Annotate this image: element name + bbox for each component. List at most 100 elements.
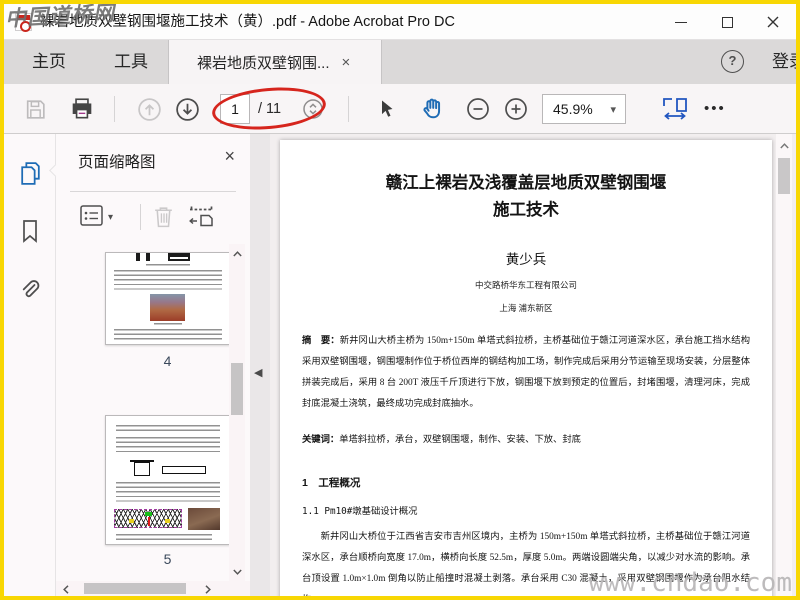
page-number-input[interactable] [220, 94, 250, 124]
thumbnail-scrollbar-vertical[interactable] [229, 244, 245, 582]
paper-title-line1: 赣江上裸岩及浅覆盖层地质双壁钢围堰 [385, 174, 667, 192]
thumb5-text-block [116, 534, 212, 542]
chevron-down-icon: ▾ [108, 212, 114, 223]
paper-affiliation1: 中交路桥华东工程有限公司 [474, 280, 577, 290]
save-button[interactable] [18, 84, 52, 134]
hand-tool-icon [423, 98, 441, 119]
page-count-label: / 11 [258, 101, 282, 117]
thumb4-diagram-fragment [168, 253, 190, 261]
tab-document[interactable]: 裸岩地质双壁钢围... × [168, 40, 382, 84]
truss-green-mark [145, 512, 152, 516]
help-button[interactable]: ? [721, 50, 744, 73]
page-view-options-button[interactable] [298, 84, 328, 134]
scrollbar-thumb[interactable] [231, 363, 243, 415]
thumb4-photo [150, 294, 185, 321]
tab-close-icon[interactable]: × [342, 54, 351, 71]
thumb4-diagram-fragment [136, 253, 140, 261]
toolbar-separator [348, 96, 349, 122]
toolbar-separator [114, 96, 115, 122]
scrollbar-thumb[interactable] [778, 158, 790, 194]
delete-pages-button[interactable] [152, 204, 175, 229]
paper-author: 黄少兵 [505, 252, 547, 267]
thumb5-text-block [116, 425, 220, 433]
page-down-icon [175, 97, 199, 121]
thumbnails-panel: 页面缩略图 × ▾ 4 5 [56, 134, 250, 596]
scroll-up-icon[interactable] [229, 246, 245, 262]
scrollbar-thumb[interactable] [84, 583, 186, 594]
abstract-text: 新井冈山大桥主桥为 150m+150m 单塔式斜拉桥，主桥基础位于赣江河道深水区… [302, 336, 750, 409]
section-heading-1: 1 工程概况 [302, 477, 361, 489]
acrobat-window: 裸岩地质双壁钢围堰施工技术（黄）.pdf - Adobe Acrobat Pro… [0, 0, 800, 600]
thumb5-photo [188, 508, 220, 530]
thumb4-caption-line [146, 264, 190, 267]
thumbnail-page-4[interactable] [105, 252, 230, 345]
thumbnail-label-4: 4 [163, 353, 172, 369]
next-page-button[interactable] [170, 84, 204, 134]
sign-in-button[interactable]: 登录 [772, 40, 796, 84]
truss-yellow-mark [165, 519, 170, 523]
attachments-rail-button[interactable] [18, 278, 42, 302]
fit-width-button[interactable] [656, 84, 694, 134]
zoom-in-icon [505, 98, 527, 120]
scroll-right-icon[interactable] [200, 581, 216, 596]
crop-pages-icon [189, 206, 213, 227]
panel-toolbar: ▾ [56, 198, 250, 238]
truss-red-mark [148, 517, 150, 526]
page-thumbnails-rail-button[interactable] [18, 160, 43, 187]
print-icon [72, 98, 92, 119]
document-tab-label: 裸岩地质双壁钢围... [197, 54, 330, 72]
maximize-button[interactable] [704, 4, 750, 40]
save-icon [26, 99, 45, 119]
thumb5-text-block [116, 482, 220, 503]
scroll-up-icon[interactable] [776, 138, 792, 154]
document-viewport[interactable]: 赣江上裸岩及浅覆盖层地质双壁钢围堰 施工技术 黄少兵 中交路桥华东工程有限公司 … [270, 134, 796, 596]
scroll-left-icon[interactable] [58, 581, 74, 596]
bookmark-icon [23, 220, 37, 243]
collapse-panel-icon[interactable]: ◀ [254, 366, 262, 379]
pdf-page-1[interactable]: 赣江上裸岩及浅覆盖层地质双壁钢围堰 施工技术 黄少兵 中交路桥华东工程有限公司 … [280, 140, 772, 596]
thumb4-text-block [114, 329, 222, 341]
options-list-icon [80, 205, 103, 226]
page-scrubber-icon [303, 99, 323, 119]
chevron-down-icon: ▾ [610, 103, 616, 116]
thumb5-diagram-lid [130, 460, 154, 462]
zoom-out-icon [467, 98, 489, 120]
document-scrollbar-vertical[interactable] [776, 134, 792, 596]
more-tools-button[interactable]: ••• [704, 84, 726, 134]
navigation-rail [4, 134, 56, 596]
paperclip-icon [22, 280, 40, 298]
keywords-text: 单塔斜拉桥，承台，双壁钢围堰，制作、安装、下放、封底 [339, 435, 581, 445]
tab-home[interactable]: 主页 [12, 40, 86, 84]
previous-page-button[interactable] [132, 84, 166, 134]
panel-splitter[interactable]: ◀ [250, 134, 270, 596]
tab-tools[interactable]: 工具 [94, 40, 168, 84]
quick-toolbar: / 11 45.9% ▾ ••• [4, 83, 796, 134]
panel-toolbar-separator [140, 204, 141, 230]
site-watermark-bottom: www.cndao.com [588, 568, 793, 598]
thumb5-truss-figure [114, 509, 182, 528]
window-controls [658, 4, 796, 40]
thumb5-text-block [116, 437, 220, 454]
fit-width-icon [663, 98, 687, 120]
zoom-in-button[interactable] [500, 84, 532, 134]
zoom-out-button[interactable] [462, 84, 494, 134]
panel-close-button[interactable]: × [224, 146, 235, 167]
page-up-icon [137, 97, 161, 121]
thumbnail-scrollbar-horizontal[interactable] [56, 581, 250, 596]
thumbnail-options-button[interactable] [80, 204, 106, 228]
hand-tool-button[interactable] [414, 84, 452, 134]
scroll-down-icon[interactable] [229, 564, 245, 580]
minimize-icon [675, 21, 687, 23]
thumb4-caption-line [154, 323, 182, 326]
select-tool-button[interactable] [370, 84, 404, 134]
thumb5-diagram-right [162, 466, 206, 474]
site-watermark-top: 中国道桥网 [4, 0, 116, 31]
close-button[interactable] [750, 4, 796, 40]
print-button[interactable] [64, 84, 100, 134]
minimize-button[interactable] [658, 4, 704, 40]
paper-title-line2: 施工技术 [493, 201, 559, 219]
thumbnail-page-5[interactable] [105, 415, 230, 545]
bookmarks-rail-button[interactable] [19, 218, 41, 244]
zoom-level-dropdown[interactable]: 45.9% ▾ [542, 94, 626, 124]
resize-pages-button[interactable] [188, 204, 215, 229]
